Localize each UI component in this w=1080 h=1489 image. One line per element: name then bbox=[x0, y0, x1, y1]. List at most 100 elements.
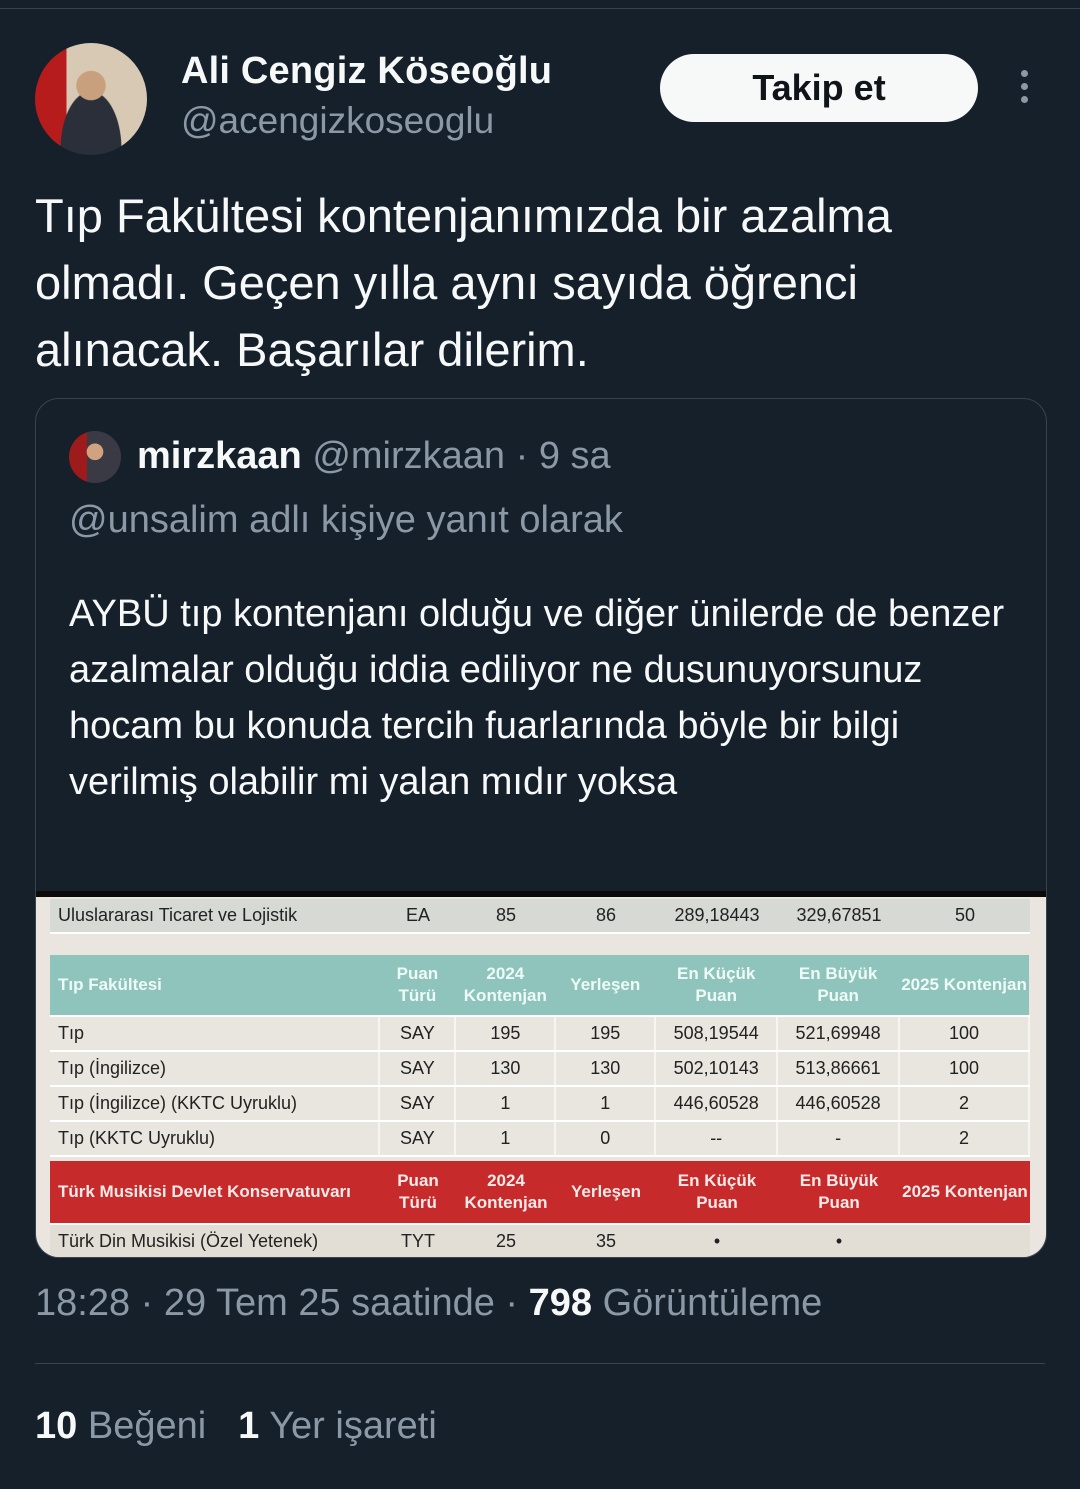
table-header: Türk Musikisi Devlet Konservatuvarı Puan… bbox=[50, 1161, 1030, 1225]
table-cell: 1 bbox=[455, 1086, 557, 1122]
author-name[interactable]: Ali Cengiz Köseoğlu bbox=[181, 50, 552, 93]
table-header-cell: Puan Türü bbox=[379, 955, 456, 1017]
table-header-cell: 2025 Kontenjan bbox=[899, 955, 1029, 1017]
table-cell: 130 bbox=[455, 1051, 557, 1087]
quoted-time[interactable]: 9 sa bbox=[539, 435, 611, 477]
table-header-cell: Tıp Fakültesi bbox=[50, 955, 380, 1017]
author-handle[interactable]: @acengizkoseoglu bbox=[181, 100, 494, 142]
table-header-cell: En Büyük Puan bbox=[777, 955, 900, 1017]
tweet-text: Tıp Fakültesi kontenjanımızda bir azalma… bbox=[35, 189, 892, 376]
quoted-tweet[interactable]: mirzkaan @mirzkaan · 9 sa @unsalim adlı … bbox=[35, 398, 1047, 1258]
table-cell: 1 bbox=[455, 1121, 557, 1157]
table-cell: SAY bbox=[379, 1121, 457, 1157]
table-cell: - bbox=[777, 1121, 901, 1157]
table-cell: SAY bbox=[379, 1051, 457, 1087]
table-header-cell: En Küçük Puan bbox=[655, 955, 778, 1017]
separator-dot: · bbox=[140, 1282, 154, 1324]
stats-divider bbox=[35, 1363, 1045, 1364]
table-cell: TYT bbox=[380, 1224, 456, 1257]
table-header-cell: 2024 Kontenjan bbox=[456, 1161, 556, 1225]
table-cell: 35 bbox=[556, 1224, 656, 1257]
table-row: Tıp SAY 195 195 508,19544 521,69948 100 bbox=[50, 1016, 1030, 1052]
table-cell: 446,60528 bbox=[777, 1086, 901, 1122]
table-cell: 0 bbox=[555, 1121, 657, 1157]
table-cell: 2 bbox=[899, 1121, 1030, 1157]
top-divider bbox=[0, 8, 1080, 9]
likes-count: 10 bbox=[35, 1405, 78, 1447]
table-cell: 100 bbox=[899, 1016, 1030, 1052]
views-label: Görüntüleme bbox=[602, 1282, 823, 1324]
table-cell: 502,10143 bbox=[655, 1051, 779, 1087]
bookmarks-count: 1 bbox=[238, 1405, 260, 1447]
table-cell: SAY bbox=[379, 1086, 457, 1122]
more-options-icon[interactable] bbox=[1010, 70, 1038, 110]
table-cell: • bbox=[656, 1224, 778, 1257]
tweet-stats: 10 Beğeni 1 Yer işareti bbox=[35, 1405, 437, 1448]
quoted-header: mirzkaan @mirzkaan · 9 sa bbox=[137, 435, 611, 478]
table-header-cell: Yerleşen bbox=[555, 955, 656, 1017]
image-table-medicine: Tıp Fakültesi Puan Türü 2024 Kontenjan Y… bbox=[50, 955, 1030, 1157]
bookmarks-link[interactable]: 1 Yer işareti bbox=[238, 1405, 437, 1447]
table-cell: -- bbox=[655, 1121, 779, 1157]
table-cell: EA bbox=[380, 899, 456, 934]
table-cell: 86 bbox=[556, 899, 656, 934]
table-cell: 195 bbox=[555, 1016, 657, 1052]
table-header-cell: Türk Musikisi Devlet Konservatuvarı bbox=[50, 1161, 380, 1225]
table-cell: 130 bbox=[555, 1051, 657, 1087]
table-row: Tıp (KKTC Uyruklu) SAY 1 0 -- - 2 bbox=[50, 1121, 1030, 1157]
quoted-text: AYBÜ tıp kontenjanı olduğu ve diğer ünil… bbox=[69, 593, 1005, 803]
likes-link[interactable]: 10 Beğeni bbox=[35, 1405, 206, 1447]
table-cell: 85 bbox=[456, 899, 556, 934]
table-header: Tıp Fakültesi Puan Türü 2024 Kontenjan Y… bbox=[50, 955, 1029, 1017]
image-table-conservatory: Türk Musikisi Devlet Konservatuvarı Puan… bbox=[50, 1161, 1030, 1257]
table-cell: 25 bbox=[456, 1224, 556, 1257]
views-count: 798 bbox=[528, 1282, 593, 1324]
follow-button[interactable]: Takip et bbox=[660, 54, 978, 122]
table-cell: 50 bbox=[900, 899, 1030, 934]
table-cell: 100 bbox=[899, 1051, 1030, 1087]
table-cell: 508,19544 bbox=[655, 1016, 779, 1052]
table-cell: 513,86661 bbox=[777, 1051, 901, 1087]
image-top-edge bbox=[36, 891, 1046, 897]
image-table-top: Uluslararası Ticaret ve Lojistik EA 85 8… bbox=[50, 899, 1030, 934]
table-cell: 289,18443 bbox=[656, 899, 778, 934]
table-row: Uluslararası Ticaret ve Lojistik EA 85 8… bbox=[50, 899, 1030, 934]
table-cell: Tıp (İngilizce) (KKTC Uyruklu) bbox=[50, 1086, 381, 1122]
table-cell: 521,69948 bbox=[777, 1016, 901, 1052]
table-row: Türk Din Musikisi (Özel Yetenek) TYT 25 … bbox=[50, 1224, 1030, 1257]
table-header-cell: Yerleşen bbox=[556, 1161, 656, 1225]
table-cell: Türk Din Musikisi (Özel Yetenek) bbox=[50, 1224, 380, 1257]
quoted-avatar[interactable] bbox=[69, 431, 121, 483]
table-row: Tıp (İngilizce) (KKTC Uyruklu) SAY 1 1 4… bbox=[50, 1086, 1030, 1122]
tweet-time[interactable]: 18:28 bbox=[35, 1282, 130, 1324]
likes-label: Beğeni bbox=[87, 1405, 207, 1447]
quoted-name[interactable]: mirzkaan bbox=[137, 435, 302, 477]
table-cell: 329,67851 bbox=[778, 899, 900, 934]
separator-dot: · bbox=[515, 435, 529, 477]
reply-context[interactable]: @unsalim adlı kişiye yanıt olarak bbox=[69, 499, 623, 542]
table-header-cell: 2025 Kontenjan bbox=[900, 1161, 1030, 1225]
table-cell: 2 bbox=[899, 1086, 1030, 1122]
table-cell: 195 bbox=[455, 1016, 557, 1052]
table-cell: SAY bbox=[379, 1016, 457, 1052]
tweet-meta: 18:28 · 29 Tem 25 saatinde · 798 Görüntü… bbox=[35, 1282, 822, 1325]
quoted-image[interactable]: Uluslararası Ticaret ve Lojistik EA 85 8… bbox=[36, 891, 1046, 1257]
table-cell: Tıp (İngilizce) bbox=[50, 1051, 381, 1087]
table-row: Tıp (İngilizce) SAY 130 130 502,10143 51… bbox=[50, 1051, 1030, 1087]
table-cell bbox=[900, 1224, 1030, 1257]
table-cell: Uluslararası Ticaret ve Lojistik bbox=[50, 899, 380, 934]
table-header-cell: 2024 Kontenjan bbox=[455, 955, 556, 1017]
table-header-cell: En Büyük Puan bbox=[778, 1161, 900, 1225]
quoted-handle[interactable]: @mirzkaan bbox=[312, 435, 505, 477]
author-avatar[interactable] bbox=[35, 43, 147, 155]
bookmarks-label: Yer işareti bbox=[269, 1405, 437, 1447]
tweet-date[interactable]: 29 Tem 25 saatinde bbox=[164, 1282, 495, 1324]
table-cell: Tıp (KKTC Uyruklu) bbox=[50, 1121, 381, 1157]
separator-dot: · bbox=[505, 1282, 519, 1324]
table-cell: 1 bbox=[555, 1086, 657, 1122]
table-cell: • bbox=[778, 1224, 900, 1257]
table-header-cell: En Küçük Puan bbox=[656, 1161, 778, 1225]
table-cell: 446,60528 bbox=[655, 1086, 779, 1122]
table-cell: Tıp bbox=[50, 1016, 381, 1052]
table-header-cell: Puan Türü bbox=[380, 1161, 456, 1225]
